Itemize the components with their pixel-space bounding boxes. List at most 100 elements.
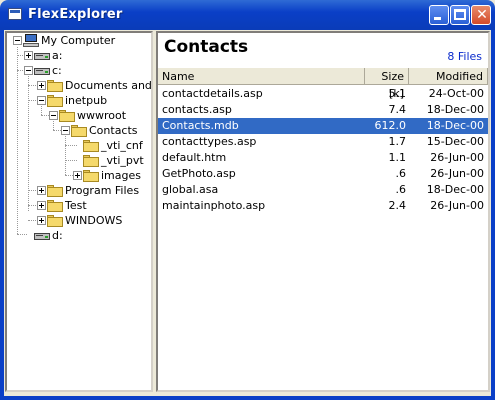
file-name: Contacts.mdb [162,119,239,132]
window-title: FlexExplorer [28,7,123,22]
collapse-icon[interactable] [24,66,33,75]
collapse-icon[interactable] [13,36,22,45]
file-list-pane: Contacts 8 Files Name Size [k] Modified … [156,31,490,392]
column-header-modified[interactable]: Modified [409,68,488,85]
file-row[interactable]: GetPhoto.asp .6 26-Jun-00 [158,166,488,182]
file-modified: 18-Dec-00 [426,103,484,116]
tree-label: d: [52,229,63,242]
file-row[interactable]: contactdetails.asp 5.1 24-Oct-00 [158,86,488,102]
folder-icon [47,95,63,107]
tree-label: Test [65,199,87,212]
tree-node-images[interactable]: images [7,168,151,183]
tree-label: c: [52,64,62,77]
tree-node-documents[interactable]: Documents and ... [7,78,151,93]
app-window-icon[interactable] [8,8,22,20]
tree-node-program-files[interactable]: Program Files [7,183,151,198]
tree-node-inetpub[interactable]: inetpub [7,93,151,108]
folder-icon [47,185,63,197]
maximize-button[interactable] [450,5,470,25]
file-row[interactable]: contacttypes.asp 1.7 15-Dec-00 [158,134,488,150]
file-modified: 24-Oct-00 [428,87,484,100]
file-modified: 15-Dec-00 [426,135,484,148]
tree-label: Program Files [65,184,140,197]
folder-icon [47,80,63,92]
folder-icon [83,155,99,167]
collapse-icon[interactable] [61,126,70,135]
minimize-button[interactable] [429,5,449,25]
folder-open-icon [71,125,87,137]
floppy-drive-icon [34,50,50,62]
file-row[interactable]: default.htm 1.1 26-Jun-00 [158,150,488,166]
tree-node-test[interactable]: Test [7,198,151,213]
tree-label: images [101,169,141,182]
folder-icon [47,200,63,212]
file-size: 1.7 [388,135,407,148]
file-modified: 26-Jun-00 [430,151,484,164]
expand-icon[interactable] [37,81,46,90]
file-size: .6 [395,167,407,180]
tree-node-contacts[interactable]: Contacts [7,123,151,138]
app-window: FlexExplorer ✕ My Computer a: c: Documen… [0,0,495,400]
tree-label: My Computer [41,34,116,47]
tree-label: wwwroot [77,109,127,122]
folder-tree[interactable]: My Computer a: c: Documents and ... inet… [5,31,153,392]
collapse-icon[interactable] [37,96,46,105]
title-bar[interactable]: FlexExplorer ✕ [0,0,495,30]
file-size: 612.0 [374,119,407,132]
close-icon: ✕ [476,7,488,23]
expand-icon[interactable] [37,201,46,210]
expand-icon[interactable] [37,216,46,225]
file-row[interactable]: maintainphoto.asp 2.4 26-Jun-00 [158,198,488,214]
maximize-icon [454,9,466,20]
column-header-size[interactable]: Size [k] [365,68,409,100]
file-name: GetPhoto.asp [162,167,236,180]
tree-node-my-computer[interactable]: My Computer [7,33,151,48]
column-header-name[interactable]: Name [158,68,365,85]
file-row[interactable]: contacts.asp 7.4 18-Dec-00 [158,102,488,118]
tree-node-drive-d[interactable]: d: [7,228,151,243]
tree-node-drive-c[interactable]: c: [7,63,151,78]
tree-node-vti-pvt[interactable]: _vti_pvt [7,153,151,168]
file-size: 1.1 [388,151,407,164]
tree-node-vti-cnf[interactable]: _vti_cnf [7,138,151,153]
file-modified: 26-Jun-00 [430,167,484,180]
tree-label: a: [52,49,63,62]
tree-label: _vti_pvt [101,154,144,167]
folder-icon [47,215,63,227]
file-row[interactable]: global.asa .6 18-Dec-00 [158,182,488,198]
tree-node-wwwroot[interactable]: wwwroot [7,108,151,123]
folder-icon [83,140,99,152]
minimize-icon [434,17,441,20]
file-modified: 26-Jun-00 [430,199,484,212]
file-name: contacts.asp [162,103,232,116]
tree-label: WINDOWS [65,214,123,227]
folder-title: Contacts [164,37,249,57]
file-name: global.asa [162,183,219,196]
file-size: 7.4 [388,103,407,116]
hard-drive-icon [34,65,50,77]
expand-icon[interactable] [24,51,33,60]
expand-icon[interactable] [73,171,82,180]
folder-icon [83,170,99,182]
tree-node-drive-a[interactable]: a: [7,48,151,63]
tree-label: Documents and ... [65,79,152,92]
tree-label: inetpub [65,94,108,107]
file-modified: 18-Dec-00 [426,119,484,132]
file-count: 8 Files [447,50,482,63]
file-size: 2.4 [388,199,407,212]
file-name: contactdetails.asp [162,87,263,100]
collapse-icon[interactable] [49,111,58,120]
close-button[interactable]: ✕ [471,5,491,25]
file-row[interactable]: Contacts.mdb 612.0 18-Dec-00 [158,118,488,134]
file-size: .6 [395,183,407,196]
file-name: default.htm [162,151,227,164]
file-size: 5.1 [388,87,407,100]
tree-node-windows[interactable]: WINDOWS [7,213,151,228]
tree-label: Contacts [89,124,138,137]
file-name: maintainphoto.asp [162,199,266,212]
tree-label: _vti_cnf [101,139,143,152]
file-modified: 18-Dec-00 [426,183,484,196]
computer-icon [23,34,39,47]
expand-icon[interactable] [37,186,46,195]
file-name: contacttypes.asp [162,135,257,148]
